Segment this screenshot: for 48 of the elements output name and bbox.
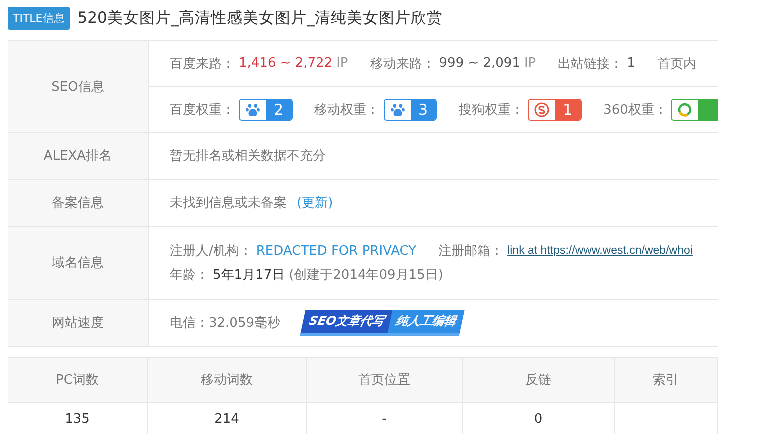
column-header: 移动词数 (148, 358, 307, 403)
email-label: 注册邮箱： (438, 243, 504, 260)
weight-label: 移动权重： (314, 102, 380, 118)
weight-label: 360权重： (604, 102, 668, 118)
s-logo-icon (534, 102, 550, 118)
icp-text: 未找到信息或未备案 (170, 195, 287, 212)
table-cell: 135 (65, 412, 90, 427)
ring-icon (677, 102, 694, 118)
weight-badge: 1 (528, 98, 582, 120)
paw-icon (390, 102, 406, 118)
speed-text: 电信：32.059毫秒 (170, 315, 280, 332)
row-label: ALEXA排名 (8, 133, 149, 179)
weight-badge: 2 (239, 98, 293, 120)
registrant-label: 注册人/机构： (170, 243, 252, 260)
column-header: 反链 (463, 358, 615, 403)
row-label: 备案信息 (8, 180, 149, 226)
page-title: 520美女图片_高清性感美女图片_清纯美女图片欣赏 (78, 8, 443, 28)
traffic-label: 出站链接： (558, 56, 624, 72)
traffic-label: 百度来路： (170, 56, 235, 72)
weight-label: 百度权重： (170, 102, 235, 118)
ad-banner[interactable]: SEO文章代写 纯人工编辑 (300, 310, 464, 336)
registrant-link[interactable]: REDACTED FOR PRIVACY (256, 244, 417, 258)
row-label: 网站速度 (8, 300, 149, 346)
update-link[interactable]: (更新) (297, 194, 334, 212)
traffic-value: 1 (627, 56, 636, 71)
row-label: SEO信息 (8, 41, 149, 132)
column-header: PC词数 (8, 358, 148, 403)
traffic-value: 999 ~ 2,091 (439, 56, 520, 71)
title-badge: TITLE信息 (8, 6, 70, 30)
weight-label: 搜狗权重： (459, 102, 524, 118)
table-cell: 214 (214, 412, 240, 427)
age-value: 5年1月17日 (213, 267, 286, 284)
alexa-text: 暂无排名或相关数据不充分 (170, 148, 326, 165)
created-date: (创建于2014年09月15日) (289, 267, 444, 284)
unit-label: IP (336, 56, 348, 71)
traffic-label: 移动来路： (370, 56, 436, 72)
table-cell: - (382, 412, 387, 427)
email-link[interactable]: link at https://www.west.cn/web/whoi (508, 245, 693, 257)
age-label: 年龄： (170, 267, 209, 284)
traffic-label: 首页内 (657, 56, 696, 72)
traffic-value: 1,416 ~ 2,722 (239, 56, 333, 71)
row-label: 域名信息 (8, 227, 149, 299)
column-header: 索引 (615, 358, 718, 403)
table-cell: 0 (534, 412, 543, 427)
column-header: 首页位置 (307, 358, 463, 403)
unit-label: IP (524, 56, 536, 71)
weight-badge: 3 (384, 98, 438, 120)
paw-icon (245, 102, 261, 118)
